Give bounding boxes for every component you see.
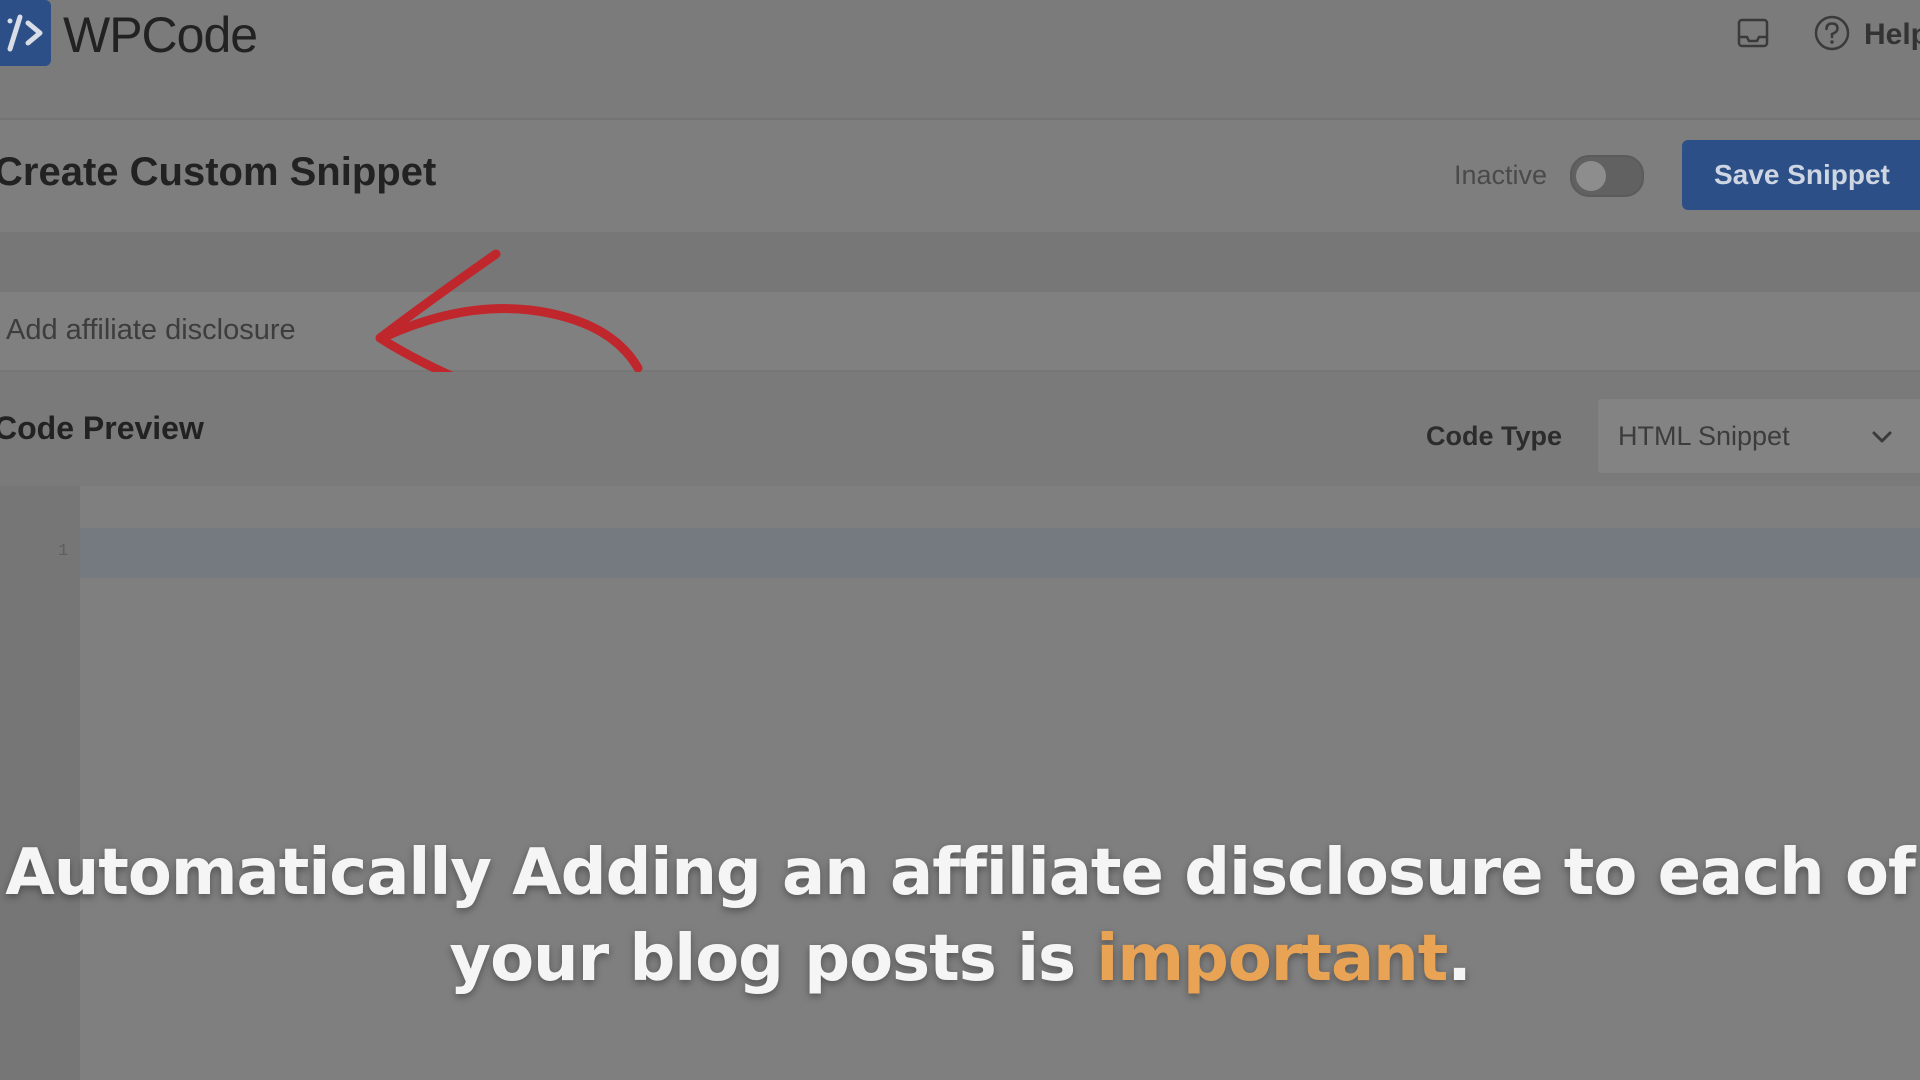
caption-text: Automatically Adding an affiliate disclo…: [5, 836, 1916, 996]
active-line-highlight: [80, 528, 1920, 578]
inbox-icon[interactable]: [1736, 16, 1770, 50]
line-number: 1: [58, 542, 69, 561]
code-bracket-icon: [7, 14, 42, 52]
divider-strip: [0, 232, 1920, 292]
code-type-select[interactable]: HTML Snippet: [1597, 398, 1920, 474]
status-label: Inactive: [1454, 160, 1548, 190]
caption-end: .: [1447, 922, 1471, 996]
app-logo-text: WPCode: [63, 7, 258, 63]
top-bar: WPCode Help: [0, 0, 1920, 120]
help-circle-icon[interactable]: [1813, 14, 1851, 52]
wpcode-logo-mark[interactable]: [0, 0, 51, 66]
code-type-label: Code Type: [1426, 421, 1563, 451]
snippet-title-input[interactable]: Add affiliate disclosure: [6, 314, 296, 347]
code-preview-label: Code Preview: [0, 410, 204, 446]
toggle-knob: [1576, 161, 1606, 191]
chevron-down-icon: [1872, 431, 1892, 443]
help-link[interactable]: Help: [1864, 18, 1920, 52]
code-type-value: HTML Snippet: [1618, 421, 1790, 451]
save-snippet-button[interactable]: Save Snippet: [1682, 140, 1920, 210]
active-toggle[interactable]: [1570, 155, 1644, 197]
page-title: Create Custom Snippet: [0, 150, 437, 194]
video-caption: Automatically Adding an affiliate disclo…: [0, 830, 1920, 1002]
caption-highlight: important: [1096, 922, 1448, 996]
